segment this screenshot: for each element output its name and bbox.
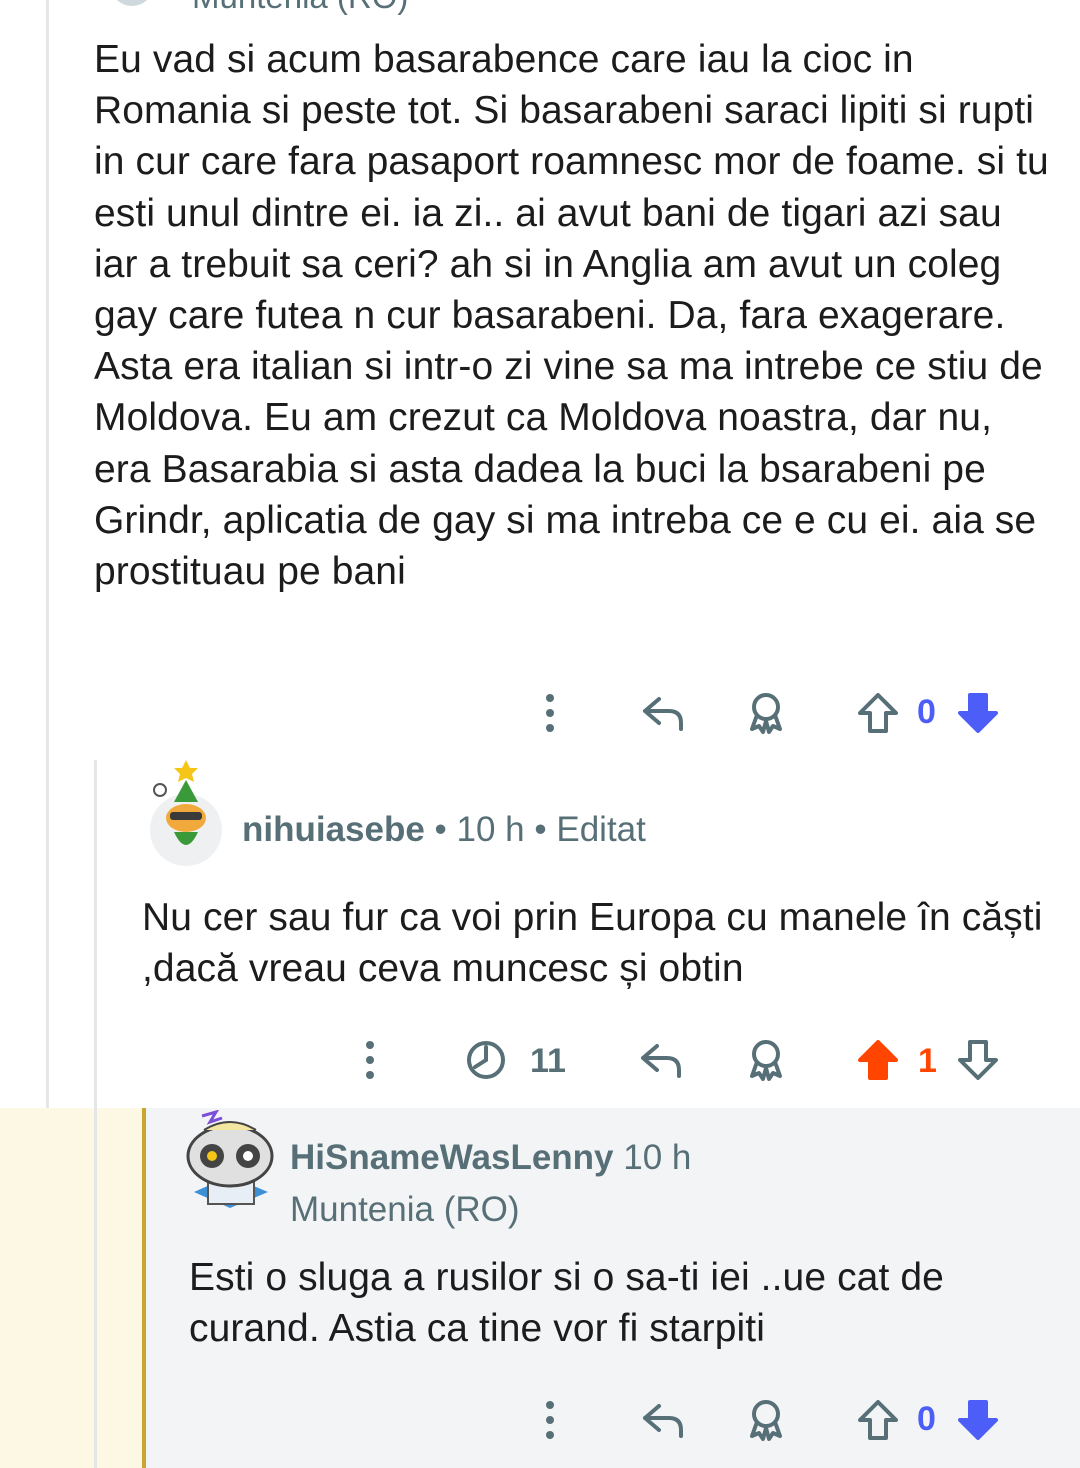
reply-icon bbox=[643, 697, 683, 731]
award-icon bbox=[750, 693, 782, 734]
avatar[interactable] bbox=[182, 1109, 278, 1222]
upvote-icon bbox=[858, 1040, 898, 1080]
comment-actions: 11 1 bbox=[0, 1030, 1080, 1090]
vote-count: 0 bbox=[917, 1400, 936, 1438]
time-count: 11 bbox=[530, 1042, 566, 1080]
downvote-button[interactable] bbox=[954, 1396, 1002, 1444]
comment-body: Esti o sluga a rusilor si o sa-ti iei ..… bbox=[189, 1256, 944, 1351]
downvote-button[interactable] bbox=[954, 1036, 1002, 1084]
upvote-icon bbox=[858, 1400, 898, 1440]
clock-icon bbox=[467, 1041, 505, 1079]
author-flair: Muntenia (RO) bbox=[290, 1190, 520, 1229]
award-button[interactable] bbox=[743, 689, 789, 737]
upvote-icon bbox=[858, 693, 898, 733]
thread-line-nested bbox=[94, 760, 97, 1468]
author-name[interactable]: HiSnameWasLenny bbox=[290, 1138, 614, 1177]
more-options-button[interactable] bbox=[530, 691, 570, 735]
comment-body: Eu vad si acum basarabence care iau la c… bbox=[94, 38, 1049, 594]
time-indicator bbox=[462, 1038, 510, 1082]
reply-button[interactable] bbox=[636, 1038, 686, 1082]
comment-actions: 0 bbox=[0, 1390, 1080, 1450]
award-button[interactable] bbox=[743, 1396, 789, 1444]
author-line: nihuiasebe • 10 h • Editat bbox=[242, 810, 646, 850]
more-options-button[interactable] bbox=[350, 1038, 390, 1082]
avatar[interactable] bbox=[112, 0, 152, 6]
comment-actions: 0 bbox=[0, 683, 1080, 743]
award-button[interactable] bbox=[743, 1036, 789, 1084]
reply-button[interactable] bbox=[638, 1398, 688, 1442]
author-flair: Muntenia (RO) bbox=[192, 0, 408, 16]
more-options-icon bbox=[366, 1041, 374, 1079]
comment-meta: • 10 h • Editat bbox=[424, 810, 646, 849]
author-name[interactable]: nihuiasebe bbox=[242, 810, 425, 849]
downvote-icon bbox=[958, 1400, 998, 1440]
vote-count: 0 bbox=[917, 693, 936, 731]
downvote-icon bbox=[958, 1040, 998, 1080]
comment-time: 10 h bbox=[613, 1138, 692, 1177]
downvote-icon bbox=[958, 693, 998, 733]
comment-body: Nu cer sau fur ca voi prin Europa cu man… bbox=[142, 896, 1043, 991]
more-options-icon bbox=[546, 694, 554, 732]
author-line: HiSnameWasLenny 10 h bbox=[290, 1138, 691, 1178]
more-options-icon bbox=[546, 1401, 554, 1439]
award-icon bbox=[750, 1400, 782, 1441]
more-options-button[interactable] bbox=[530, 1398, 570, 1442]
avatar[interactable] bbox=[146, 758, 226, 868]
upvote-button[interactable] bbox=[854, 1396, 902, 1444]
reply-icon bbox=[643, 1404, 683, 1438]
award-icon bbox=[750, 1040, 782, 1081]
reply-button[interactable] bbox=[638, 691, 688, 735]
upvote-button[interactable] bbox=[854, 689, 902, 737]
vote-count: 1 bbox=[918, 1042, 937, 1080]
reply-icon bbox=[641, 1044, 681, 1078]
downvote-button[interactable] bbox=[954, 689, 1002, 737]
upvote-button[interactable] bbox=[854, 1036, 902, 1084]
